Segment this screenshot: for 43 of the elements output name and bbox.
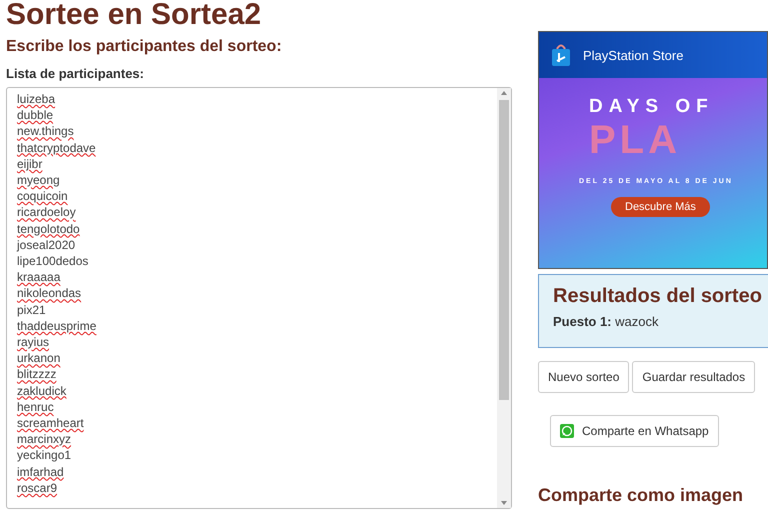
results-heading: Resultados del sorteo: [553, 285, 763, 308]
participant-line: urkanon: [17, 350, 60, 366]
participant-line: eijibr: [17, 156, 42, 172]
participant-line: tengolotodo: [17, 220, 80, 237]
participant-line: roscar9: [17, 480, 58, 496]
participants-textarea[interactable]: [6, 87, 512, 509]
participant-line: thatcryptodave: [17, 140, 96, 156]
participant-line: marcinxyz: [17, 431, 72, 448]
participant-line: ricardoeloy: [17, 204, 76, 221]
participant-line: luizeba: [17, 91, 56, 108]
participant-line: rayius: [17, 334, 50, 350]
action-button[interactable]: Guardar resultados: [632, 361, 756, 393]
page-title: Sortee en Sortea2: [5, 0, 262, 30]
participant-line: coquicoin: [17, 188, 68, 204]
action-button[interactable]: Nuevo sorteo: [538, 361, 630, 393]
participant-line: zakludick: [17, 382, 66, 399]
scrollbar[interactable]: [497, 88, 511, 508]
scrollbar-thumb[interactable]: [499, 100, 509, 400]
participant-line: new.things: [17, 123, 74, 140]
participant-line: imfarhad: [17, 464, 64, 480]
discover-button[interactable]: Descubre Más: [611, 197, 710, 217]
participant-line: screamheart: [17, 415, 84, 432]
ad-headline: DAYS OF: [589, 96, 714, 118]
participant-line: henruc: [17, 398, 54, 416]
ad-logo-text: PLA: [589, 118, 681, 162]
participant-line: blitzzzz: [17, 366, 56, 383]
form-heading: Escribe los participantes del sorteo:: [6, 38, 283, 56]
participant-line: thaddeusprime: [17, 318, 96, 334]
participant-line: kraaaaa: [17, 269, 60, 286]
shopping-bag-icon: [551, 43, 571, 67]
share-heading: Comparte como imagen: [538, 485, 744, 506]
list-label: Lista de participantes:: [6, 66, 145, 81]
participant-line: yeckingo1: [17, 447, 72, 464]
participant-line: dubble: [17, 107, 54, 124]
result-entry: Puesto 1: wazock: [553, 314, 660, 329]
store-name: PlayStation Store: [583, 48, 684, 62]
whatsapp-share-button[interactable]: Comparte en Whatsapp: [550, 415, 719, 447]
participant-line: nikoleondas: [17, 285, 82, 302]
participant-line: joseal2020: [17, 236, 76, 254]
whatsapp-icon: [560, 424, 574, 438]
participant-line: pix21: [17, 302, 46, 318]
participant-line: myeong: [17, 172, 60, 188]
participant-line: lipe100dedos: [17, 253, 88, 270]
